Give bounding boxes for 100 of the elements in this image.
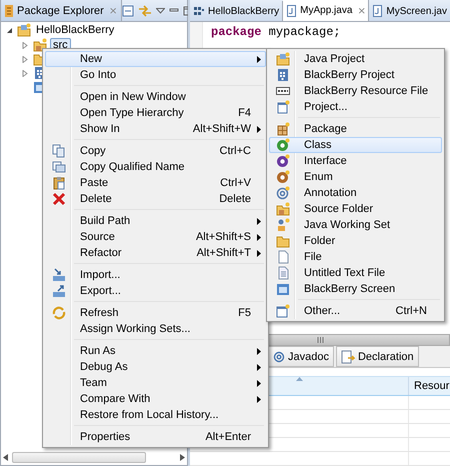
shortcut-text: Alt+Shift+W [192,123,251,135]
circle-icon [276,138,290,152]
shortcut-text: Ctrl+N [396,305,427,317]
package-icon [276,122,290,136]
menu-item[interactable]: Folder [269,233,442,249]
submenu-arrow-icon [257,380,261,386]
document-icon [276,250,290,264]
menu-item[interactable]: Project... [269,99,442,115]
editor-tab[interactable]: MyApp.java ⨯ [283,0,370,21]
view-tab[interactable]: Declaration [336,346,419,367]
menu-item[interactable]: Assign Working Sets... [45,321,266,337]
menu-item[interactable]: Source Folder [269,201,442,217]
resource-file-icon [276,84,290,98]
menu-item[interactable]: New [45,51,266,67]
menu-item[interactable]: Untitled Text File [269,265,442,281]
column-header[interactable]: Resour [409,377,450,395]
submenu-arrow-icon [257,218,261,224]
source-folder-icon [276,202,290,216]
submenu-arrow-icon [257,234,261,240]
folder-icon [276,234,290,248]
menu-item[interactable]: Properties Alt+Enter [45,429,266,445]
project-folder-icon [17,23,31,37]
menu-item[interactable]: Run As [45,343,266,359]
scroll-right-icon [180,454,185,461]
close-icon[interactable]: ⨯ [355,4,366,16]
menu-item[interactable]: BlackBerry Resource File [269,83,442,99]
shortcut-text: Alt+Enter [205,431,251,443]
menu-item[interactable]: Copy Qualified Name [45,159,266,175]
menu-item[interactable]: Compare With [45,391,266,407]
menu-item[interactable]: Show In Alt+Shift+W [45,121,266,137]
refresh-icon [52,306,66,320]
shortcut-text: Ctrl+V [220,177,251,189]
editor-tab[interactable]: MyScreen.jav [369,1,450,21]
export-icon [52,284,66,298]
shortcut-text: F5 [238,307,251,319]
menu-item[interactable]: Open in New Window [45,89,266,105]
menu-item[interactable]: Refresh F5 [45,305,266,321]
project-folder-icon [276,52,290,66]
collapse-all-icon [122,4,134,16]
copy-icon [52,144,66,158]
menu-item[interactable]: File [269,249,442,265]
shortcut-text: F4 [238,107,251,119]
submenu-arrow-icon [257,364,261,370]
shortcut-text: Alt+Shift+T [196,247,251,259]
at-sign-icon [273,350,285,362]
menu-item[interactable]: Debug As [45,359,266,375]
menu-item[interactable]: Java Project [269,51,442,67]
shortcut-text: Ctrl+C [220,145,251,157]
grid-icon [193,5,205,17]
menu-item[interactable]: Package [269,121,442,137]
import-icon [52,268,66,282]
new-document-icon [276,100,290,114]
copy-name-icon [52,160,66,174]
menu-item[interactable]: Interface [269,153,442,169]
clipboard-icon [52,176,66,190]
submenu-arrow-icon [257,250,261,256]
submenu-arrow-icon [257,126,261,132]
submenu-arrow-icon [257,348,261,354]
shortcut-text: Delete [219,193,251,205]
menu-item[interactable]: Other... Ctrl+N [269,303,442,319]
menu-item[interactable]: Paste Ctrl+V [45,175,266,191]
menu-item[interactable]: Delete Delete [45,191,266,207]
menu-item[interactable]: Enum [269,169,442,185]
screen-icon [276,282,290,296]
menu-item[interactable]: Open Type Hierarchy F4 [45,105,266,121]
at-sign-icon [276,186,290,200]
submenu-arrow-icon [257,56,261,62]
menu-item[interactable]: Java Working Set [269,217,442,233]
submenu-arrow-icon [257,396,261,402]
new-window-icon [276,304,290,318]
view-tab[interactable]: Javadoc [268,346,334,367]
menu-item[interactable]: Source Alt+Shift+S [45,229,266,245]
menu-item[interactable]: Copy Ctrl+C [45,143,266,159]
java-file-icon [372,5,384,17]
shortcut-text: Alt+Shift+S [196,231,251,243]
code-line: package mypackage; [211,25,341,39]
view-menu-icon [156,8,165,14]
link-editor-icon [138,4,152,16]
menu-item[interactable]: Build Path [45,213,266,229]
menu-item[interactable]: Class [269,137,442,153]
menu-item[interactable]: BlackBerry Screen [269,281,442,297]
menu-item[interactable]: Go Into [45,67,266,83]
menu-item[interactable]: Annotation [269,185,442,201]
menu-item[interactable]: Refactor Alt+Shift+T [45,245,266,261]
java-file-icon [286,4,298,16]
menu-item[interactable]: Export... [45,283,266,299]
menu-item[interactable]: Import... [45,267,266,283]
grip-icon [316,337,324,343]
tree-item[interactable]: HelloBlackBerry [34,24,116,36]
circle-icon [276,170,290,184]
view-tab[interactable]: Package Explorer ⨯ [1,0,122,21]
menu-item[interactable]: Restore from Local History... [45,407,266,423]
package-explorer-icon [4,4,14,18]
circle-icon [276,154,290,168]
menu-item[interactable]: BlackBerry Project [269,67,442,83]
scrollbar-thumb[interactable] [12,452,146,463]
menu-item[interactable]: Team [45,375,266,391]
working-set-icon [276,218,290,232]
delete-icon [52,192,66,206]
text-file-icon [276,266,290,280]
